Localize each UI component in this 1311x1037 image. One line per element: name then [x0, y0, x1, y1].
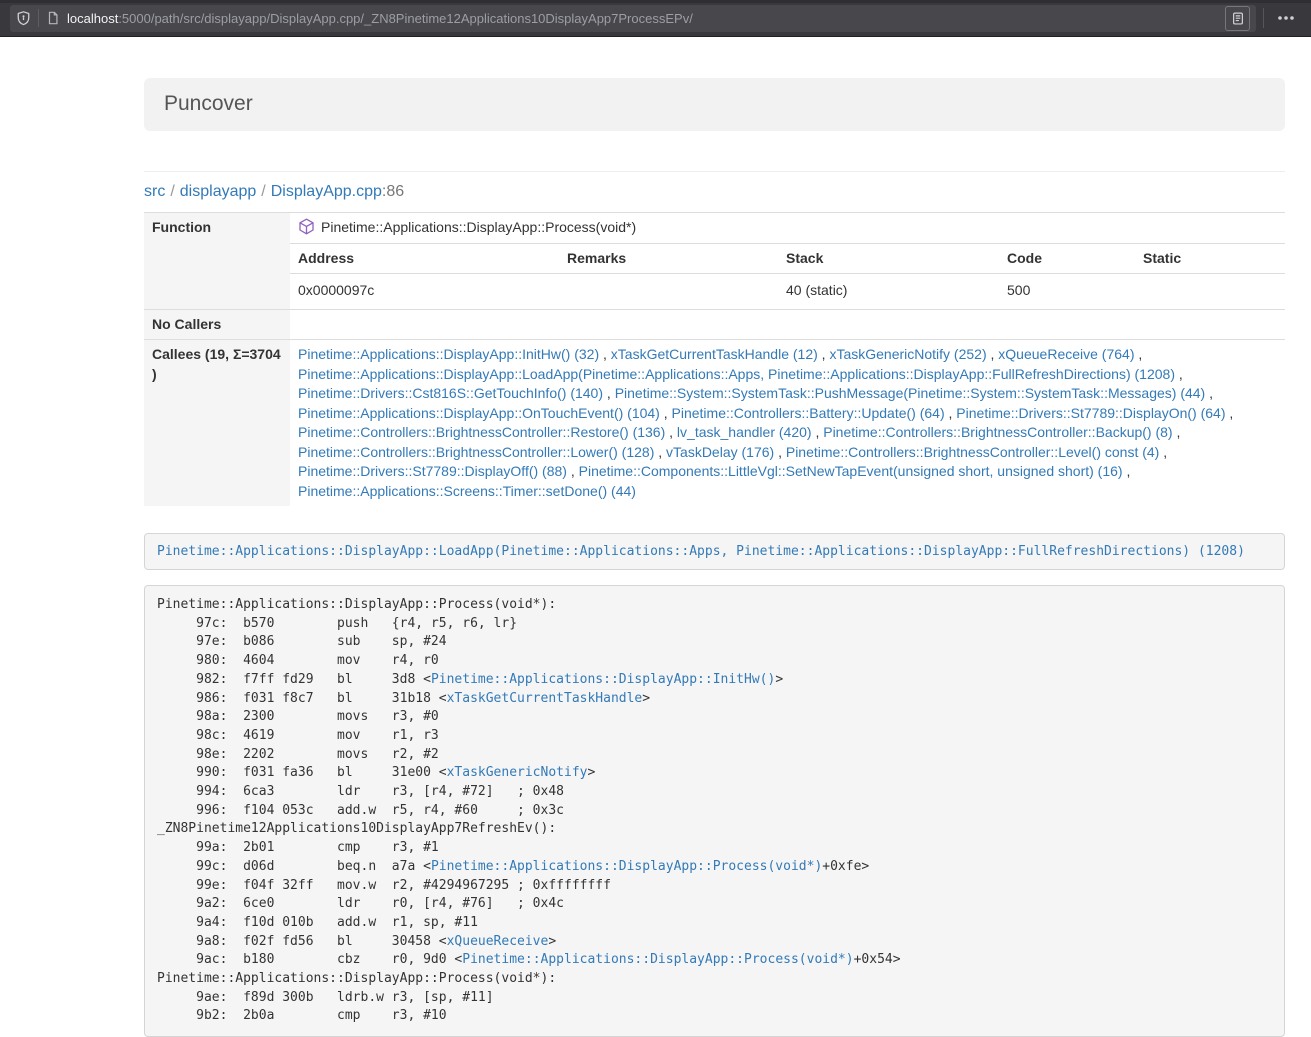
toolbar-divider	[1263, 8, 1264, 28]
callee-item: Pinetime::Controllers::Battery::Update()…	[672, 405, 953, 421]
remarks-value	[559, 273, 778, 309]
reader-mode-button[interactable]	[1225, 6, 1250, 31]
code-symbol-link[interactable]: xQueueReceive	[447, 934, 549, 949]
code-symbol-link[interactable]: Pinetime::Applications::DisplayApp::Init…	[431, 672, 775, 687]
no-callers-label: No Callers	[144, 309, 290, 340]
callee-link[interactable]: Pinetime::Drivers::Cst816S::GetTouchInfo…	[298, 385, 603, 401]
callee-item: Pinetime::Controllers::BrightnessControl…	[298, 424, 673, 440]
code-symbol-link[interactable]: Pinetime::Applications::DisplayApp::Proc…	[462, 952, 853, 967]
callee-item: xTaskGenericNotify (252) ,	[829, 346, 994, 362]
table-header-row: Address Remarks Stack Code Static	[290, 244, 1285, 274]
breadcrumb-separator: /	[170, 183, 174, 200]
url-bar[interactable]: localhost:5000/path/src/displayapp/Displ…	[10, 5, 1256, 32]
table-row: Callees (19, Σ=3704 ) Pinetime::Applicat…	[144, 340, 1285, 507]
code-symbol-link[interactable]: Pinetime::Applications::DisplayApp::Proc…	[431, 859, 822, 874]
callee-link[interactable]: lv_task_handler (420)	[677, 424, 812, 440]
callee-link[interactable]: Pinetime::Controllers::BrightnessControl…	[298, 444, 654, 460]
column-header-remarks: Remarks	[559, 244, 778, 274]
callee-link[interactable]: Pinetime::Controllers::BrightnessControl…	[786, 444, 1159, 460]
url-text[interactable]: localhost:5000/path/src/displayapp/Displ…	[67, 11, 1219, 26]
callee-link[interactable]: Pinetime::Components::LittleVgl::SetNewT…	[579, 463, 1123, 479]
callee-link[interactable]: Pinetime::Applications::DisplayApp::Load…	[298, 366, 1175, 382]
callee-link[interactable]: Pinetime::Controllers::BrightnessControl…	[298, 424, 665, 440]
breadcrumb: src/displayapp/DisplayApp.cpp:86	[144, 182, 1285, 201]
column-header-code: Code	[999, 244, 1135, 274]
function-symbol-cell: Pinetime::Applications::DisplayApp::Proc…	[290, 213, 1285, 244]
callee-link[interactable]: Pinetime::Applications::DisplayApp::Init…	[298, 346, 599, 362]
callee-link[interactable]: xTaskGenericNotify (252)	[829, 346, 986, 362]
divider	[144, 171, 1285, 172]
code-symbol-link[interactable]: xTaskGenericNotify	[447, 765, 588, 780]
function-details-table: Address Remarks Stack Code Static 0x0000…	[290, 244, 1285, 309]
callee-item: Pinetime::Drivers::St7789::DisplayOff() …	[298, 463, 575, 479]
function-name: Pinetime::Applications::DisplayApp::Proc…	[321, 219, 636, 235]
function-label: Function	[144, 213, 290, 310]
breadcrumb-line-number: :86	[382, 183, 404, 200]
page-title: Puncover	[164, 92, 253, 115]
callee-item: Pinetime::Drivers::St7789::DisplayOn() (…	[956, 405, 1233, 421]
cube-icon	[298, 218, 315, 235]
table-row: Function Pinetime::Applications::Display…	[144, 213, 1285, 244]
static-value	[1135, 273, 1285, 309]
table-row: No Callers	[144, 309, 1285, 340]
function-table: Function Pinetime::Applications::Display…	[144, 212, 1285, 506]
shield-icon[interactable]	[16, 10, 31, 26]
column-header-address: Address	[290, 244, 559, 274]
code-symbol-link[interactable]: xTaskGetCurrentTaskHandle	[447, 691, 643, 706]
callee-link[interactable]: Pinetime::Applications::DisplayApp::OnTo…	[298, 405, 660, 421]
callee-link[interactable]: Pinetime::Controllers::BrightnessControl…	[823, 424, 1172, 440]
table-row: 0x0000097c 40 (static) 500	[290, 273, 1285, 309]
address-value: 0x0000097c	[290, 273, 559, 309]
callee-item: Pinetime::Applications::DisplayApp::Load…	[298, 366, 1183, 382]
disassembly-block: Pinetime::Applications::DisplayApp::Proc…	[144, 585, 1285, 1037]
function-details-cell: Address Remarks Stack Code Static 0x0000…	[290, 243, 1285, 309]
url-host: localhost	[67, 11, 118, 26]
callee-link[interactable]: Pinetime::Applications::Screens::Timer::…	[298, 483, 636, 499]
column-header-stack: Stack	[778, 244, 999, 274]
callee-link[interactable]: Pinetime::System::SystemTask::PushMessag…	[615, 385, 1206, 401]
callers-cell	[290, 309, 1285, 340]
callee-item: Pinetime::Controllers::BrightnessControl…	[786, 444, 1167, 460]
toolbar-divider	[38, 9, 39, 27]
callees-label: Callees (19, Σ=3704 )	[144, 340, 290, 507]
callee-item: Pinetime::Applications::DisplayApp::OnTo…	[298, 405, 668, 421]
code-value: 500	[999, 273, 1135, 309]
app-header: Puncover	[144, 78, 1285, 131]
callee-link[interactable]: xQueueReceive (764)	[998, 346, 1134, 362]
column-header-static: Static	[1135, 244, 1285, 274]
callee-item: Pinetime::Controllers::BrightnessControl…	[298, 444, 662, 460]
callees-list: Pinetime::Applications::DisplayApp::Init…	[290, 340, 1285, 507]
callee-item: Pinetime::Applications::DisplayApp::Init…	[298, 346, 607, 362]
url-path: :5000/path/src/displayapp/DisplayApp.cpp…	[118, 11, 693, 26]
callee-link[interactable]: xTaskGetCurrentTaskHandle (12)	[611, 346, 818, 362]
callee-link[interactable]: Pinetime::Controllers::Battery::Update()…	[672, 405, 945, 421]
callee-item: xQueueReceive (764) ,	[998, 346, 1142, 362]
callee-link[interactable]: vTaskDelay (176)	[666, 444, 774, 460]
callee-item: Pinetime::Components::LittleVgl::SetNewT…	[579, 463, 1131, 479]
breadcrumb-link-displayapp[interactable]: displayapp	[180, 183, 257, 200]
page-icon	[46, 10, 60, 26]
callee-item: Pinetime::Drivers::Cst816S::GetTouchInfo…	[298, 385, 611, 401]
highlighted-symbol-box: Pinetime::Applications::DisplayApp::Load…	[144, 533, 1285, 570]
callee-link[interactable]: Pinetime::Drivers::St7789::DisplayOn() (…	[956, 405, 1225, 421]
callee-link[interactable]: Pinetime::Drivers::St7789::DisplayOff() …	[298, 463, 567, 479]
callee-item: Pinetime::Applications::Screens::Timer::…	[298, 483, 636, 499]
menu-icon	[1277, 15, 1295, 21]
callee-item: xTaskGetCurrentTaskHandle (12) ,	[611, 346, 826, 362]
breadcrumb-separator: /	[261, 183, 265, 200]
table-row: Address Remarks Stack Code Static 0x0000…	[144, 243, 1285, 309]
page-content: Puncover src/displayapp/DisplayApp.cpp:8…	[144, 78, 1285, 1037]
breadcrumb-link-src[interactable]: src	[144, 183, 165, 200]
callee-item: Pinetime::Controllers::BrightnessControl…	[823, 424, 1180, 440]
reader-mode-icon	[1231, 11, 1245, 26]
breadcrumb-link-file[interactable]: DisplayApp.cpp	[271, 183, 382, 200]
page-actions-menu-button[interactable]	[1271, 13, 1301, 23]
stack-value: 40 (static)	[778, 273, 999, 309]
callee-item: vTaskDelay (176) ,	[666, 444, 782, 460]
browser-toolbar: localhost:5000/path/src/displayapp/Displ…	[0, 0, 1311, 37]
highlighted-symbol-link[interactable]: Pinetime::Applications::DisplayApp::Load…	[157, 544, 1245, 559]
callee-item: lv_task_handler (420) ,	[677, 424, 819, 440]
callee-item: Pinetime::System::SystemTask::PushMessag…	[615, 385, 1213, 401]
